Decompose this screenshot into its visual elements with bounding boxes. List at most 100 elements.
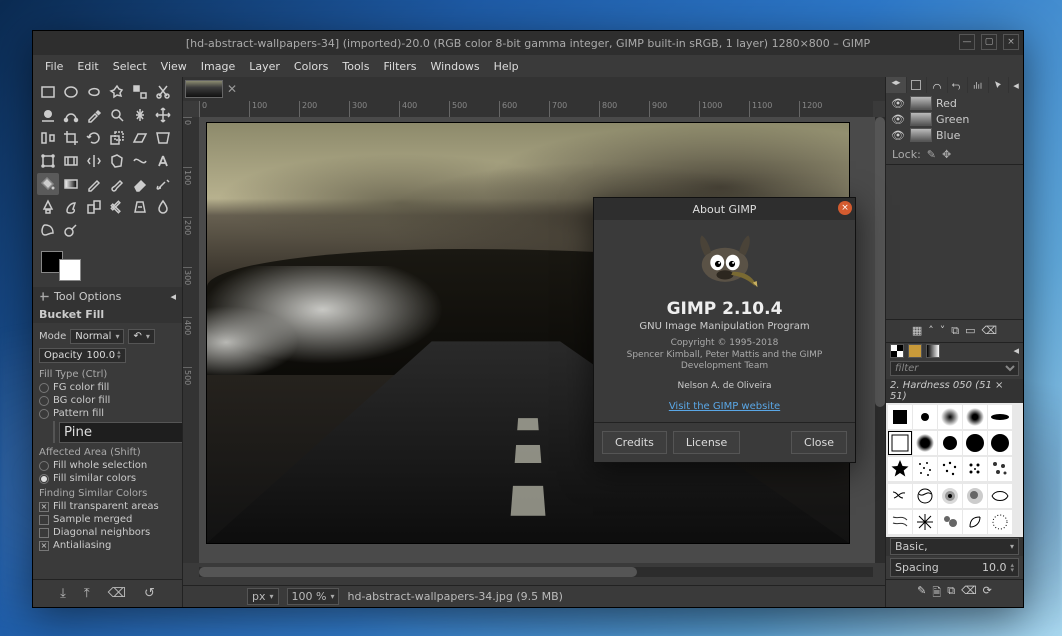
check-transparent[interactable]: × <box>39 502 49 512</box>
brush-item[interactable] <box>963 510 987 534</box>
check-sample-merged[interactable] <box>39 515 49 525</box>
tool-warp[interactable] <box>129 150 151 172</box>
save-options-icon[interactable]: ⤓ <box>60 586 66 601</box>
tab-menu[interactable]: ◂ <box>1009 77 1023 93</box>
brush-item[interactable] <box>963 431 987 455</box>
menu-layer[interactable]: Layer <box>243 58 286 75</box>
brush-item[interactable] <box>938 484 962 508</box>
close-tab-icon[interactable]: ✕ <box>227 82 237 96</box>
credits-button[interactable]: Credits <box>602 431 667 454</box>
menu-windows[interactable]: Windows <box>424 58 485 75</box>
brush-item[interactable] <box>888 510 912 534</box>
restore-options-icon[interactable]: ⤒ <box>84 586 90 601</box>
tool-shear[interactable] <box>129 127 151 149</box>
dup-brush-icon[interactable]: ⧉ <box>947 584 955 603</box>
lock-pixels-icon[interactable]: ✎ <box>927 148 936 161</box>
tool-eraser[interactable] <box>129 173 151 195</box>
mode-select[interactable]: Normal▾ <box>70 329 124 344</box>
brush-item[interactable] <box>913 457 937 481</box>
menu-colors[interactable]: Colors <box>288 58 334 75</box>
menu-help[interactable]: Help <box>488 58 525 75</box>
refresh-brush-icon[interactable]: ⟳ <box>983 584 992 603</box>
tool-airbrush[interactable] <box>152 173 174 195</box>
spacing-field[interactable]: Spacing 10.0 ▴▾ <box>890 558 1019 577</box>
brush-item[interactable] <box>988 405 1012 429</box>
channel-thumb[interactable] <box>910 96 932 110</box>
window-maximize[interactable]: ▢ <box>981 34 997 50</box>
color-swatches[interactable] <box>33 245 182 287</box>
brush-item[interactable] <box>963 405 987 429</box>
tool-zoom[interactable] <box>106 104 128 126</box>
pattern-name-input[interactable] <box>59 422 182 443</box>
window-close[interactable]: × <box>1003 34 1019 50</box>
license-button[interactable]: License <box>673 431 740 454</box>
channel-thumb[interactable] <box>910 112 932 126</box>
raise-channel-icon[interactable]: ˄ <box>928 324 934 338</box>
brush-item[interactable] <box>888 431 912 455</box>
tool-clone[interactable] <box>83 196 105 218</box>
eye-icon[interactable]: 👁 <box>890 97 906 110</box>
brush-item[interactable] <box>888 405 912 429</box>
tab-gradients[interactable] <box>926 344 940 358</box>
brush-item[interactable] <box>913 431 937 455</box>
tool-free-select[interactable] <box>83 81 105 103</box>
lower-channel-icon[interactable]: ˅ <box>940 324 946 338</box>
menu-select[interactable]: Select <box>107 58 153 75</box>
tool-paths[interactable] <box>60 104 82 126</box>
tool-handle-transform[interactable] <box>60 150 82 172</box>
zoom-select[interactable]: 100 %▾ <box>287 588 340 605</box>
brush-item[interactable] <box>913 484 937 508</box>
menu-file[interactable]: File <box>39 58 69 75</box>
tool-ellipse-select[interactable] <box>60 81 82 103</box>
to-selection-icon[interactable]: ▭ <box>965 324 975 338</box>
delete-brush-icon[interactable]: ⌫ <box>961 584 977 603</box>
tool-foreground-select[interactable] <box>37 104 59 126</box>
tab-paths[interactable] <box>927 77 947 93</box>
tab-channels[interactable] <box>907 77 927 93</box>
tab-patterns[interactable] <box>908 344 922 358</box>
tool-perspective[interactable] <box>152 127 174 149</box>
tab-histogram[interactable] <box>968 77 988 93</box>
ruler-horizontal[interactable]: 0 100 200 300 400 500 600 700 800 900 10… <box>199 101 873 117</box>
about-close-icon[interactable]: × <box>838 201 852 215</box>
hscrollbar[interactable] <box>199 567 873 577</box>
brush-item[interactable] <box>888 484 912 508</box>
opacity-spinner[interactable]: ▴▾ <box>117 350 121 361</box>
tool-rotate[interactable] <box>83 127 105 149</box>
check-diagonal[interactable] <box>39 528 49 538</box>
tool-by-color-select[interactable] <box>129 81 151 103</box>
tool-cage[interactable] <box>106 150 128 172</box>
tool-options-menu-icon[interactable]: ◂ <box>170 290 176 303</box>
check-antialias[interactable]: × <box>39 541 49 551</box>
close-button[interactable]: Close <box>791 431 847 454</box>
brush-item[interactable] <box>913 405 937 429</box>
menu-filters[interactable]: Filters <box>377 58 422 75</box>
tool-blur[interactable] <box>152 196 174 218</box>
tool-pencil[interactable] <box>83 173 105 195</box>
menu-image[interactable]: Image <box>195 58 241 75</box>
vscrollbar[interactable] <box>875 117 885 563</box>
tab-layers[interactable] <box>886 77 906 93</box>
tool-unified-transform[interactable] <box>37 150 59 172</box>
tool-scissors[interactable] <box>152 81 174 103</box>
tool-mypaint[interactable] <box>60 196 82 218</box>
delete-channel-icon[interactable]: ⌫ <box>982 324 998 338</box>
tool-gradient[interactable] <box>60 173 82 195</box>
dup-channel-icon[interactable]: ⧉ <box>951 324 959 338</box>
mode-reset[interactable]: ↶▾ <box>128 329 154 344</box>
tool-color-picker[interactable] <box>83 104 105 126</box>
tool-move[interactable] <box>152 104 174 126</box>
menu-view[interactable]: View <box>155 58 193 75</box>
tab-undo[interactable] <box>948 77 968 93</box>
brush-item[interactable] <box>938 510 962 534</box>
background-color[interactable] <box>59 259 81 281</box>
edit-brush-icon[interactable]: ✎ <box>917 584 926 603</box>
radio-fill-similar[interactable] <box>39 474 49 484</box>
new-channel-icon[interactable]: ▦ <box>912 324 922 338</box>
brush-item[interactable] <box>938 431 962 455</box>
new-brush-icon[interactable]: 🗎 <box>932 584 941 603</box>
tool-perspective-clone[interactable] <box>129 196 151 218</box>
brush-item[interactable] <box>988 457 1012 481</box>
radio-fill-whole[interactable] <box>39 461 49 471</box>
brush-tab-menu-icon[interactable]: ◂ <box>1013 344 1019 357</box>
